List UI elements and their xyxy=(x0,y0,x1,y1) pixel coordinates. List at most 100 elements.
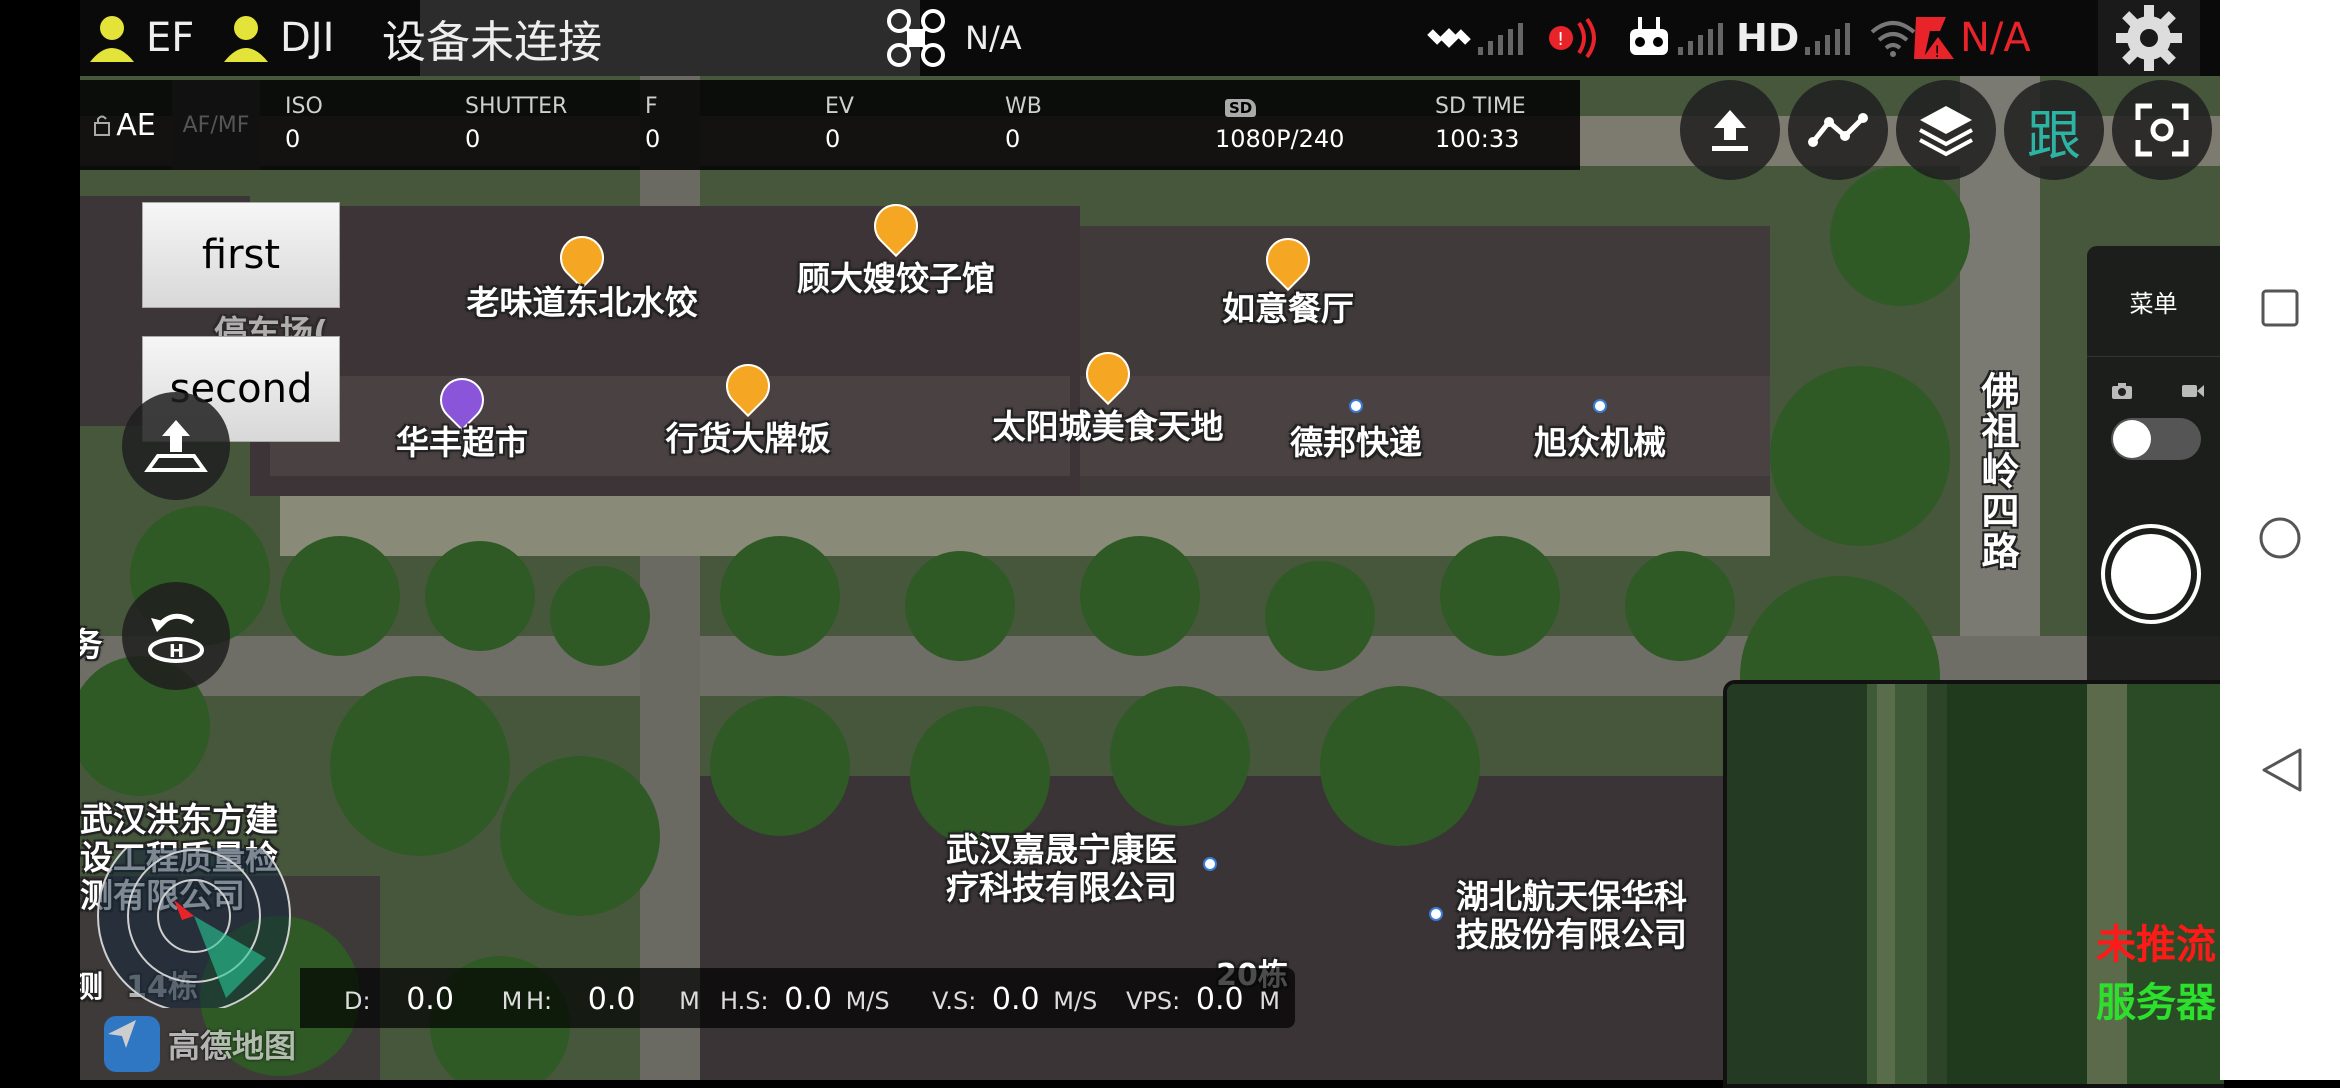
ae-label: AE xyxy=(116,107,156,143)
shutter-button[interactable] xyxy=(2101,524,2201,624)
poi-label: 务 xyxy=(80,625,103,664)
poi-dot-icon[interactable] xyxy=(1203,857,1217,871)
poi-dot-icon[interactable] xyxy=(1349,399,1363,413)
alert-status-label: N/A xyxy=(1960,15,2031,61)
resolution-setting[interactable]: SD 1080P/240 xyxy=(1215,94,1344,153)
stream-server[interactable]: 服务器 xyxy=(2096,970,2216,1028)
d-value: 0.0 xyxy=(406,982,454,1017)
toggle-knob xyxy=(2113,420,2151,458)
takeoff-button[interactable] xyxy=(122,392,230,500)
wb-label: WB xyxy=(1005,94,1042,119)
poi-dot-icon[interactable] xyxy=(1429,907,1443,921)
poi-dot-icon[interactable] xyxy=(1593,399,1607,413)
poi-label: 顾大嫂饺子馆 xyxy=(797,259,995,298)
amap-logo-icon xyxy=(104,1016,160,1072)
vps-label: VPS: xyxy=(1126,987,1181,1015)
wb-value: 0 xyxy=(1005,125,1021,153)
h-label: H: xyxy=(526,987,553,1015)
drone-status[interactable]: N/A xyxy=(885,0,1022,76)
capture-frame-button[interactable] xyxy=(2112,80,2212,180)
return-home-button[interactable]: H xyxy=(122,582,230,690)
return-home-icon: H xyxy=(148,613,204,663)
poi-label: 行货大牌饭 xyxy=(665,419,831,458)
hd-label: HD xyxy=(1736,16,1800,60)
wb-setting[interactable]: WB 0 xyxy=(1005,94,1042,153)
poi-label: 德邦快递 xyxy=(1290,423,1422,462)
poi-label: 武汉嘉晟宁康医 疗科技有限公司 xyxy=(946,830,1177,907)
warning-alert-icon: ! xyxy=(1914,17,1954,61)
recent-apps-button[interactable] xyxy=(2260,288,2300,328)
square-icon xyxy=(2261,289,2299,327)
alert-status[interactable]: ! N/A xyxy=(1910,0,2031,76)
shutter-setting[interactable]: SHUTTER 0 xyxy=(465,94,567,153)
poi-label: 老味道东北水饺 xyxy=(466,283,698,322)
photo-video-toggle[interactable] xyxy=(2111,418,2201,460)
amap-logo: 高德地图 xyxy=(104,1016,296,1072)
gps-signal xyxy=(1426,0,1523,76)
ae-lock-button[interactable]: AE xyxy=(80,80,170,170)
f-label: F xyxy=(645,94,658,119)
iso-setting[interactable]: ISO 0 xyxy=(285,94,323,153)
home-button[interactable] xyxy=(2258,516,2302,560)
h-value: 0.0 xyxy=(587,982,636,1017)
sd-time-label: SD TIME xyxy=(1435,94,1526,119)
height-readout: H: 0.0 M xyxy=(526,982,700,1017)
system-nav-bar xyxy=(2220,0,2340,1080)
resolution-value: 1080P/240 xyxy=(1215,125,1345,153)
top-status-bar: EF DJI 设备未连接 N/A ! HD ! N/A xyxy=(80,0,2220,76)
user-dji[interactable]: DJI xyxy=(220,0,334,76)
focus-frame-icon xyxy=(2135,103,2189,157)
ev-value: 0 xyxy=(825,125,841,153)
svg-text:!: ! xyxy=(1557,29,1564,50)
back-button[interactable] xyxy=(2260,746,2304,794)
vps-value: 0.0 xyxy=(1195,982,1244,1017)
rc-alert: ! xyxy=(1545,0,1607,76)
layers-icon xyxy=(1919,106,1973,157)
poi-label: 如意餐厅 xyxy=(1222,289,1354,328)
f-setting[interactable]: F0 xyxy=(645,94,660,153)
vs-unit: M/S xyxy=(1053,987,1098,1015)
poi-label: 太阳城美食天地 xyxy=(992,407,1224,446)
route-button[interactable] xyxy=(1788,80,1888,180)
user-ef[interactable]: EF xyxy=(86,0,194,76)
amap-attribution: 高德地图 xyxy=(168,1027,297,1065)
vs-label: V.S: xyxy=(932,987,977,1015)
f-value: 0 xyxy=(645,125,661,153)
shutter-inner-icon xyxy=(2111,534,2191,614)
left-black-margin xyxy=(0,0,80,1080)
shutter-label: SHUTTER xyxy=(465,94,568,119)
camera-params-bar: AE AF/MF ISO 0 SHUTTER 0 F0 EV 0 WB 0 SD 108… xyxy=(80,80,1580,170)
compass-radar xyxy=(96,819,292,1013)
drone-icon xyxy=(887,9,945,67)
layers-button[interactable] xyxy=(1896,80,1996,180)
settings-button[interactable] xyxy=(2098,0,2200,76)
upload-button[interactable] xyxy=(1680,80,1780,180)
back-triangle-icon xyxy=(2262,748,2302,792)
rc-alert-icon: ! xyxy=(1549,17,1596,59)
hs-label: H.S: xyxy=(720,987,769,1015)
hs-unit: M/S xyxy=(845,987,890,1015)
upload-icon xyxy=(1712,110,1748,151)
user-dji-label: DJI xyxy=(280,15,335,61)
first-button[interactable]: first xyxy=(142,202,340,308)
video-mode-icon xyxy=(2182,385,2204,397)
vertical-speed-readout: V.S: 0.0 M/S xyxy=(932,982,1097,1017)
iso-label: ISO xyxy=(285,94,323,119)
d-label: D: xyxy=(344,987,371,1015)
vps-unit: M xyxy=(1259,987,1280,1015)
vs-value: 0.0 xyxy=(991,982,1040,1017)
ev-setting[interactable]: EV 0 xyxy=(825,94,854,153)
d-unit: M xyxy=(501,987,523,1015)
follow-button[interactable]: 跟 xyxy=(2004,80,2104,180)
af-mf-toggle[interactable]: AF/MF xyxy=(172,80,260,170)
distance-readout: D: 0.0 M xyxy=(344,982,522,1017)
menu-button[interactable]: 菜单 xyxy=(2087,246,2220,357)
road-label: 佛祖岭四路 xyxy=(1975,371,2019,571)
poi-label: 湖北航天保华科 技股份有限公司 xyxy=(1456,877,1687,954)
user-icon xyxy=(90,16,134,62)
remote-controller-icon xyxy=(1630,17,1668,55)
horizontal-speed-readout: H.S: 0.0 M/S xyxy=(720,982,890,1017)
iso-value: 0 xyxy=(285,125,301,153)
lock-icon xyxy=(94,115,111,136)
vps-readout: VPS: 0.0 M xyxy=(1126,982,1280,1017)
